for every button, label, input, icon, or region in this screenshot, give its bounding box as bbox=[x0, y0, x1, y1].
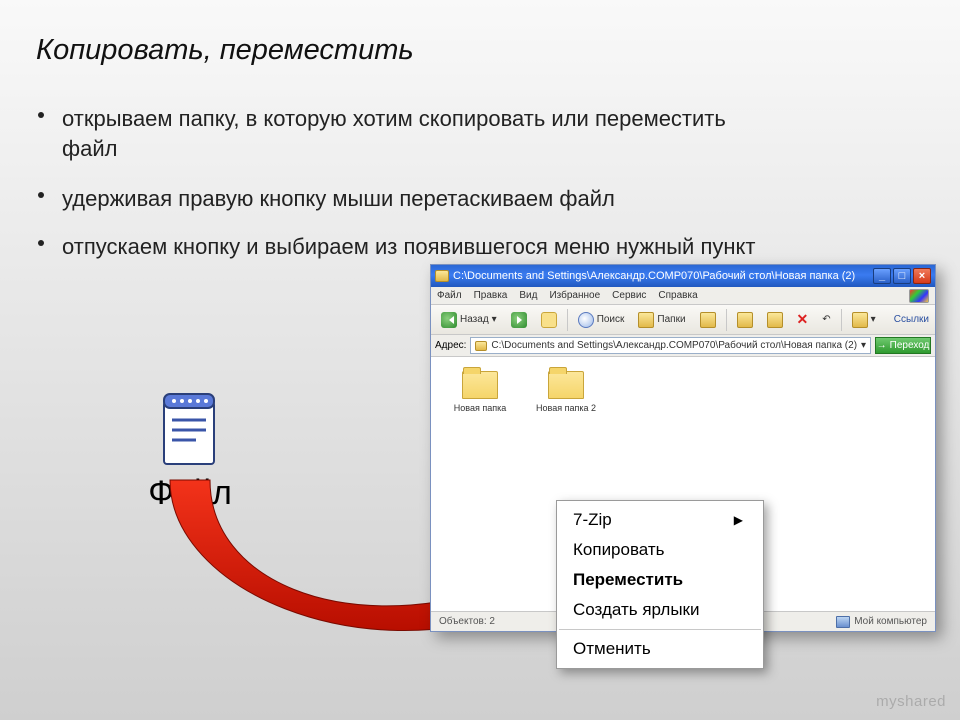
forward-button[interactable] bbox=[507, 310, 531, 330]
context-menu: 7-Zip ▶ Копировать Переместить Создать я… bbox=[556, 500, 764, 669]
search-label: Поиск bbox=[597, 314, 625, 325]
sync-button[interactable] bbox=[696, 310, 720, 330]
notepad-file-icon bbox=[156, 388, 224, 468]
submenu-arrow-icon: ▶ bbox=[734, 513, 743, 527]
close-button[interactable]: × bbox=[913, 268, 931, 284]
go-button[interactable]: → Переход bbox=[875, 337, 931, 354]
menu-edit[interactable]: Правка bbox=[474, 290, 508, 301]
bullet-2-text: удерживая правую кнопку мыши перетаскива… bbox=[42, 184, 802, 214]
separator-icon bbox=[841, 309, 842, 331]
ctx-7zip[interactable]: 7-Zip ▶ bbox=[557, 505, 763, 535]
slide-title: Копировать, переместить bbox=[36, 34, 414, 67]
window-title-text: C:\Documents and Settings\Александр.COMP… bbox=[449, 270, 873, 282]
folder-item-2[interactable]: Новая папка 2 bbox=[531, 371, 601, 413]
back-button[interactable]: Назад ▾ bbox=[437, 310, 501, 330]
status-location: Мой компьютер bbox=[836, 616, 927, 628]
bullet-dot-icon bbox=[38, 192, 44, 198]
menu-file[interactable]: Файл bbox=[437, 290, 462, 301]
sync-icon bbox=[700, 312, 716, 328]
copy-to-icon bbox=[767, 312, 783, 328]
bullet-dot-icon bbox=[38, 240, 44, 246]
move-to-button[interactable] bbox=[733, 310, 757, 330]
ctx-7zip-label: 7-Zip bbox=[573, 510, 612, 530]
bullet-1-text: открываем папку, в которую хотим скопиро… bbox=[42, 104, 742, 163]
address-bar: Адрес: C:\Documents and Settings\Алексан… bbox=[431, 335, 935, 357]
views-button[interactable]: ▾ bbox=[848, 310, 880, 330]
windows-logo-icon bbox=[909, 289, 929, 303]
bullet-2: удерживая правую кнопку мыши перетаскива… bbox=[42, 184, 802, 214]
file-caption: Файл bbox=[110, 474, 270, 513]
copy-to-button[interactable] bbox=[763, 310, 787, 330]
status-location-label: Мой компьютер bbox=[854, 616, 927, 627]
ctx-copy-label: Копировать bbox=[573, 540, 665, 560]
folder-label-1: Новая папка bbox=[445, 403, 515, 413]
back-label: Назад bbox=[460, 314, 489, 325]
bullet-3: отпускаем кнопку и выбираем из появившег… bbox=[42, 232, 802, 262]
watermark: myshared bbox=[876, 693, 946, 710]
search-button[interactable]: Поиск bbox=[574, 310, 629, 330]
folders-label: Папки bbox=[657, 314, 685, 325]
folder-up-icon bbox=[541, 312, 557, 328]
window-toolbar: Назад ▾ Поиск Папки ✕ ↶ ▾ Ссылки bbox=[431, 305, 935, 335]
window-folder-icon bbox=[435, 270, 449, 282]
ctx-move-label: Переместить bbox=[573, 570, 683, 590]
bullet-dot-icon bbox=[38, 112, 44, 118]
address-dropdown-icon[interactable]: ▾ bbox=[861, 340, 866, 351]
address-folder-icon bbox=[475, 341, 487, 351]
folders-button[interactable]: Папки bbox=[634, 310, 689, 330]
bullet-3-text: отпускаем кнопку и выбираем из появившег… bbox=[42, 232, 802, 262]
window-titlebar[interactable]: C:\Documents and Settings\Александр.COMP… bbox=[431, 265, 935, 287]
bullet-1: открываем папку, в которую хотим скопиро… bbox=[42, 104, 742, 163]
file-illustration: Файл bbox=[110, 388, 270, 513]
minimize-button[interactable]: _ bbox=[873, 268, 891, 284]
forward-icon bbox=[511, 312, 527, 328]
ctx-shortcut-label: Создать ярлыки bbox=[573, 600, 699, 620]
ctx-copy[interactable]: Копировать bbox=[557, 535, 763, 565]
ctx-separator bbox=[559, 629, 761, 630]
separator-icon bbox=[567, 309, 568, 331]
undo-button[interactable]: ↶ bbox=[818, 312, 834, 327]
search-icon bbox=[578, 312, 594, 328]
back-icon bbox=[441, 312, 457, 328]
maximize-button[interactable]: □ bbox=[893, 268, 911, 284]
go-label: Переход bbox=[890, 340, 930, 351]
up-button[interactable] bbox=[537, 310, 561, 330]
folder-item-1[interactable]: Новая папка bbox=[445, 371, 515, 413]
menu-help[interactable]: Справка bbox=[658, 290, 697, 301]
delete-button[interactable]: ✕ bbox=[793, 309, 813, 330]
separator-icon bbox=[726, 309, 727, 331]
folder-label-2: Новая папка 2 bbox=[531, 403, 601, 413]
folder-icon bbox=[548, 371, 584, 399]
menu-fav[interactable]: Избранное bbox=[549, 290, 600, 301]
menu-tools[interactable]: Сервис bbox=[612, 290, 646, 301]
status-objects: Объектов: 2 bbox=[439, 616, 495, 627]
links-label[interactable]: Ссылки bbox=[894, 314, 929, 325]
ctx-cancel-label: Отменить bbox=[573, 639, 651, 659]
folders-icon bbox=[638, 312, 654, 328]
ctx-move[interactable]: Переместить bbox=[557, 565, 763, 595]
address-value: C:\Documents and Settings\Александр.COMP… bbox=[491, 340, 857, 351]
address-label: Адрес: bbox=[435, 340, 466, 351]
address-field[interactable]: C:\Documents and Settings\Александр.COMP… bbox=[470, 337, 871, 354]
menu-view[interactable]: Вид bbox=[519, 290, 537, 301]
folder-icon bbox=[462, 371, 498, 399]
move-to-icon bbox=[737, 312, 753, 328]
ctx-shortcut[interactable]: Создать ярлыки bbox=[557, 595, 763, 625]
ctx-cancel[interactable]: Отменить bbox=[557, 634, 763, 664]
window-menubar: Файл Правка Вид Избранное Сервис Справка bbox=[431, 287, 935, 305]
computer-icon bbox=[836, 616, 850, 628]
views-icon bbox=[852, 312, 868, 328]
